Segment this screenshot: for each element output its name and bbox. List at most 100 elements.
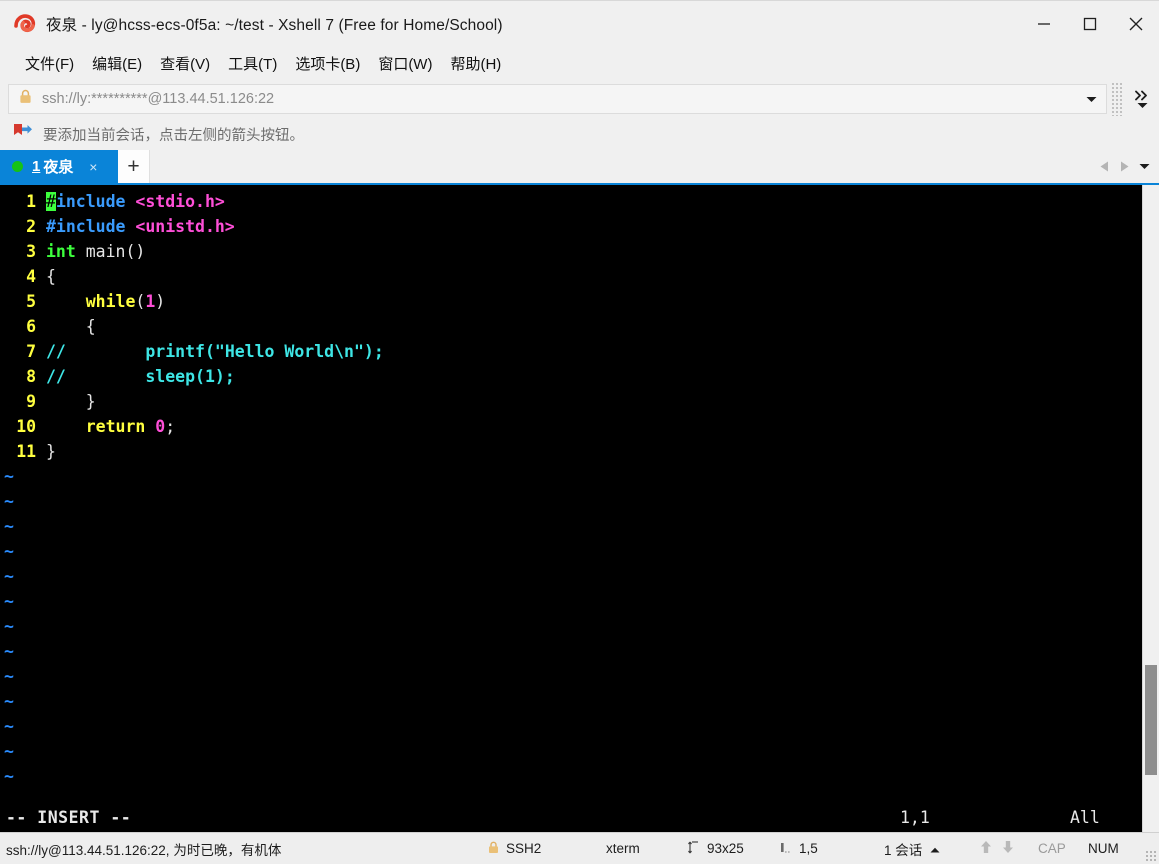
status-padlock-icon	[488, 841, 499, 857]
terminal-empty-line: ~	[0, 539, 1142, 564]
code-token: include	[55, 192, 136, 211]
double-chevron-right-icon	[1134, 90, 1147, 100]
line-number: 8	[26, 367, 46, 386]
terminal-empty-line: ~	[0, 614, 1142, 639]
info-bar: 要添加当前会话，点击左侧的箭头按钮。	[0, 118, 1159, 150]
status-cursor-label: 1,5	[799, 841, 818, 856]
status-sessions[interactable]: 1 会话	[884, 833, 940, 864]
terminal-line: 7 // printf("Hello World\n");	[0, 339, 1142, 364]
code-token: }	[46, 442, 56, 461]
terminal-line: 3 int main()	[0, 239, 1142, 264]
menu-item-file[interactable]: 文件(F)	[16, 50, 83, 77]
terminal-line: 5 while(1)	[0, 289, 1142, 314]
arrow-up-icon	[980, 840, 992, 857]
menu-item-window[interactable]: 窗口(W)	[369, 50, 441, 77]
close-button[interactable]	[1113, 1, 1159, 47]
vim-tilde: ~	[4, 742, 14, 761]
line-number: 7	[26, 342, 46, 361]
terminal-line: 6 {	[0, 314, 1142, 339]
padlock-icon	[19, 89, 32, 109]
address-input[interactable]: ssh://ly:**********@113.44.51.126:22	[8, 84, 1107, 114]
code-token: (	[135, 292, 146, 311]
title-bar-left: 夜泉 - ly@hcss-ecs-0f5a: ~/test - Xshell 7…	[0, 13, 1021, 35]
tab-label: 夜泉	[43, 159, 74, 176]
menu-item-tools[interactable]: 工具(T)	[219, 50, 286, 77]
menu-item-help[interactable]: 帮助(H)	[441, 50, 510, 77]
info-bar-text: 要添加当前会话，点击左侧的箭头按钮。	[43, 127, 304, 144]
code-token: //	[46, 342, 66, 361]
status-num-lock: NUM	[1088, 841, 1119, 856]
address-bar-row: ssh://ly:**********@113.44.51.126:22	[0, 80, 1159, 118]
address-value: ssh://ly:**********@113.44.51.126:22	[42, 91, 275, 107]
status-connection: ssh://ly@113.44.51.126:22, 为时已晚，有机体	[6, 842, 282, 858]
tab-list-chevron-down-icon[interactable]	[1136, 156, 1153, 178]
code-token: int	[46, 242, 86, 261]
status-transfer-indicators	[980, 833, 1014, 864]
vim-tilde: ~	[4, 467, 14, 486]
arrow-down-icon	[1002, 840, 1014, 857]
caret-up-icon[interactable]	[930, 841, 940, 856]
minimize-button[interactable]	[1021, 1, 1067, 47]
tab-close-icon[interactable]: ×	[85, 159, 101, 175]
terminal-scrollbar[interactable]	[1142, 185, 1159, 832]
tab-scroll-left-triangle-left-icon[interactable]	[1096, 156, 1113, 178]
terminal-screen[interactable]: 1 #include <stdio.h> 2 #include <unistd.h…	[0, 185, 1142, 832]
terminal-empty-line: ~	[0, 639, 1142, 664]
line-number: 3	[26, 242, 46, 261]
terminal-scrollbar-thumb[interactable]	[1145, 665, 1157, 775]
xshell-window: 夜泉 - ly@hcss-ecs-0f5a: ~/test - Xshell 7…	[0, 0, 1159, 864]
menu-item-view[interactable]: 查看(V)	[151, 50, 219, 77]
code-token: sleep(1);	[65, 367, 235, 386]
terminal-line: 2 #include <unistd.h>	[0, 214, 1142, 239]
code-token: )	[155, 292, 166, 311]
status-sessions-label: 1 会话	[884, 842, 923, 858]
vim-tilde: ~	[4, 567, 14, 586]
maximize-button[interactable]	[1067, 1, 1113, 47]
line-number: 6	[26, 317, 46, 336]
window-title: 夜泉 - ly@hcss-ecs-0f5a: ~/test - Xshell 7…	[46, 16, 503, 34]
code-token: }	[46, 392, 96, 411]
vim-tilde: ~	[4, 517, 14, 536]
bookmark-flag-icon	[12, 123, 33, 146]
tab-strip-spacer	[150, 150, 1096, 183]
code-token: main()	[85, 242, 146, 261]
menu-item-tabs[interactable]: 选项卡(B)	[286, 50, 369, 77]
tab-scroll-right-triangle-right-icon[interactable]	[1116, 156, 1133, 178]
terminal-empty-line: ~	[0, 739, 1142, 764]
terminal-line: 9 }	[0, 389, 1142, 414]
resize-grip-icon[interactable]	[1145, 850, 1157, 862]
status-bar: ssh://ly@113.44.51.126:22, 为时已晚，有机体 SSH2…	[0, 832, 1159, 864]
vim-mode: -- INSERT --	[6, 807, 132, 827]
resize-icon	[688, 840, 700, 857]
tab-session-1[interactable]: 1 夜泉 ×	[0, 150, 118, 183]
code-token: #include	[46, 217, 136, 236]
terminal-line: 10 return 0;	[0, 414, 1142, 439]
terminal-line: 1 #include <stdio.h>	[0, 189, 1142, 214]
vim-cursor-pos: 1,1	[900, 807, 930, 827]
vim-tilde: ~	[4, 692, 14, 711]
line-number: 2	[26, 217, 46, 236]
toolbar-overflow[interactable]	[1125, 80, 1159, 118]
vim-tilde: ~	[4, 542, 14, 561]
terminal-empty-line: ~	[0, 664, 1142, 689]
status-term-type: xterm	[606, 841, 640, 856]
address-dropdown-chevron-down-icon[interactable]	[1082, 96, 1100, 103]
terminal-empty-line: ~	[0, 464, 1142, 489]
terminal-line: 8 // sleep(1);	[0, 364, 1142, 389]
tab-strip: 1 夜泉 × +	[0, 150, 1159, 183]
tab-number: 1	[32, 158, 41, 175]
vim-tilde: ~	[4, 592, 14, 611]
title-bar: 夜泉 - ly@hcss-ecs-0f5a: ~/test - Xshell 7…	[0, 0, 1159, 46]
menu-bar: 文件(F) 编辑(E) 查看(V) 工具(T) 选项卡(B) 窗口(W) 帮助(…	[0, 46, 1159, 80]
code-token: //	[46, 367, 66, 386]
vim-scroll-pos: All	[1070, 807, 1100, 827]
vim-status-line: -- INSERT -- 1,1 All	[0, 802, 1159, 832]
code-token: ;	[165, 417, 176, 436]
menu-item-edit[interactable]: 编辑(E)	[83, 50, 151, 77]
new-tab-button[interactable]: +	[118, 150, 150, 183]
toolbar-drag-grip[interactable]	[1111, 82, 1123, 116]
vim-tilde: ~	[4, 617, 14, 636]
cursor-pos-icon	[780, 841, 792, 857]
